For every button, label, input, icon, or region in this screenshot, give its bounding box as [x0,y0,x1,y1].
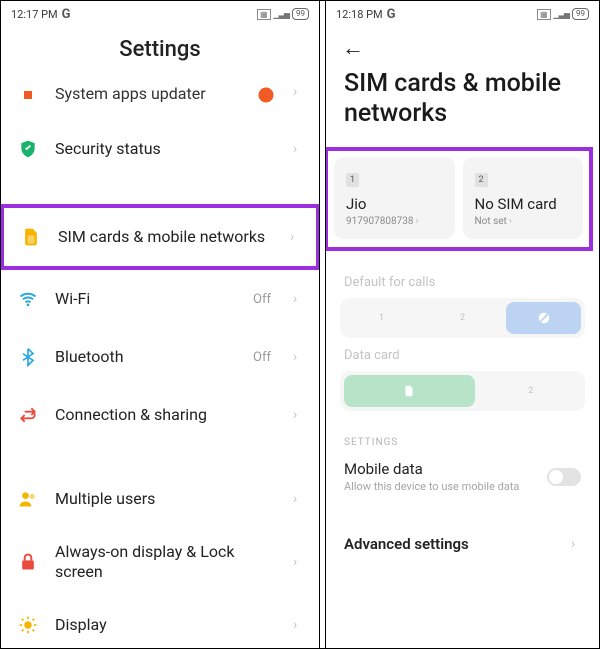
status-bar: 12:17 PM G ▦ ▁▃▅ 99 [1,1,319,23]
chevron-right-icon: › [571,536,581,552]
sim-name: No SIM card [475,195,572,213]
default-calls-label: Default for calls [344,275,581,290]
chevron-right-icon: › [293,84,303,100]
row-connection-sharing[interactable]: Connection & sharing › [1,386,319,444]
chevron-right-icon: › [290,229,300,245]
calls-option-1[interactable]: 1 [344,302,419,334]
users-icon [17,488,39,510]
setting-subtitle: Allow this device to use mobile data [344,480,537,493]
row-display[interactable]: Display › [1,596,319,648]
row-aux: Off [253,292,271,307]
row-security-status[interactable]: Security status › [1,120,319,178]
sim-icon [20,226,42,248]
sim-screen: 12:18 PM G ▦ ▁▃▅ 99 ← SIM cards & mobile… [326,1,599,648]
highlight-sim-row: SIM cards & mobile networks › [1,204,320,270]
row-multiple-users[interactable]: Multiple users › [1,470,319,528]
row-label: Always-on display & Lock screen [55,542,277,582]
row-wifi[interactable]: Wi-Fi Off › [1,270,319,328]
page-title: SIM cards & mobile networks [326,65,599,147]
calls-option-2[interactable]: 2 [425,302,500,334]
row-aod-lockscreen[interactable]: Always-on display & Lock screen › [1,528,319,596]
status-time: 12:17 PM [11,8,58,21]
row-label: Wi-Fi [55,289,237,309]
lock-icon [17,551,39,573]
mobile-data-toggle[interactable] [547,468,581,486]
share-icon [17,404,39,426]
row-label: Connection & sharing [55,405,277,425]
chevron-right-icon: › [509,216,512,227]
calls-option-ask[interactable] [506,302,581,334]
google-badge-icon: G [387,7,396,22]
data-option-1[interactable] [344,375,475,407]
data-option-2[interactable]: 2 [481,375,581,407]
chevron-right-icon: › [293,491,303,507]
battery-icon: 99 [572,8,589,20]
row-label: Bluetooth [55,347,237,367]
shield-icon [17,138,39,160]
settings-screen: 12:17 PM G ▦ ▁▃▅ 99 Settings System apps… [1,1,320,648]
row-label: Multiple users [55,489,277,509]
network-icon: ▦ [537,9,551,20]
chevron-right-icon: › [415,216,418,227]
sim-small-icon [402,384,416,398]
network-icon: ▦ [257,9,271,20]
status-time: 12:18 PM [336,8,383,21]
bluetooth-icon [17,346,39,368]
data-card-selector[interactable]: 2 [340,371,585,411]
row-label: Security status [55,139,277,159]
chevron-right-icon: › [293,617,303,633]
sim-card-2[interactable]: 2 No SIM card Not set› [463,157,584,239]
data-card-label: Data card [344,348,581,363]
row-label: Display [55,615,277,635]
setting-title: Mobile data [344,460,537,478]
chevron-right-icon: › [293,291,303,307]
row-label: SIM cards & mobile networks [58,227,274,247]
highlight-sim-cards: 1 Jio 917907808738› 2 No SIM card Not se… [326,147,593,251]
row-mobile-data[interactable]: Mobile data Allow this device to use mob… [326,454,599,511]
sim-card-1[interactable]: 1 Jio 917907808738› [334,157,455,239]
sim-number: 917907808738› [346,216,443,227]
sim-name: Jio [346,195,443,213]
chevron-right-icon: › [293,554,303,570]
battery-icon: 99 [292,8,309,20]
row-system-apps-updater[interactable]: System apps updater › [1,84,319,120]
row-bluetooth[interactable]: Bluetooth Off › [1,328,319,386]
sim-slot-badge: 2 [475,173,488,187]
update-badge-icon [255,84,277,106]
row-advanced-settings[interactable]: Advanced settings › [326,511,599,563]
signal-icon: ▁▃▅ [554,10,569,19]
chevron-right-icon: › [293,349,303,365]
row-sim-networks[interactable]: SIM cards & mobile networks › [4,208,316,266]
page-title: Settings [1,23,319,84]
sim-slot-badge: 1 [346,173,359,187]
back-button[interactable]: ← [342,36,364,61]
settings-section-header: SETTINGS [326,415,599,454]
row-label: System apps updater [55,84,239,104]
ask-icon [537,311,551,325]
chevron-right-icon: › [293,407,303,423]
row-aux: Off [253,350,271,365]
brightness-icon [17,614,39,636]
updater-icon [17,84,39,106]
status-bar: 12:18 PM G ▦ ▁▃▅ 99 [326,1,599,23]
sim-status: Not set› [475,216,572,227]
wifi-icon [17,288,39,310]
row-label: Advanced settings [344,535,571,553]
google-badge-icon: G [62,7,71,22]
default-calls-selector[interactable]: 1 2 [340,298,585,338]
signal-icon: ▁▃▅ [274,10,289,19]
chevron-right-icon: › [293,141,303,157]
